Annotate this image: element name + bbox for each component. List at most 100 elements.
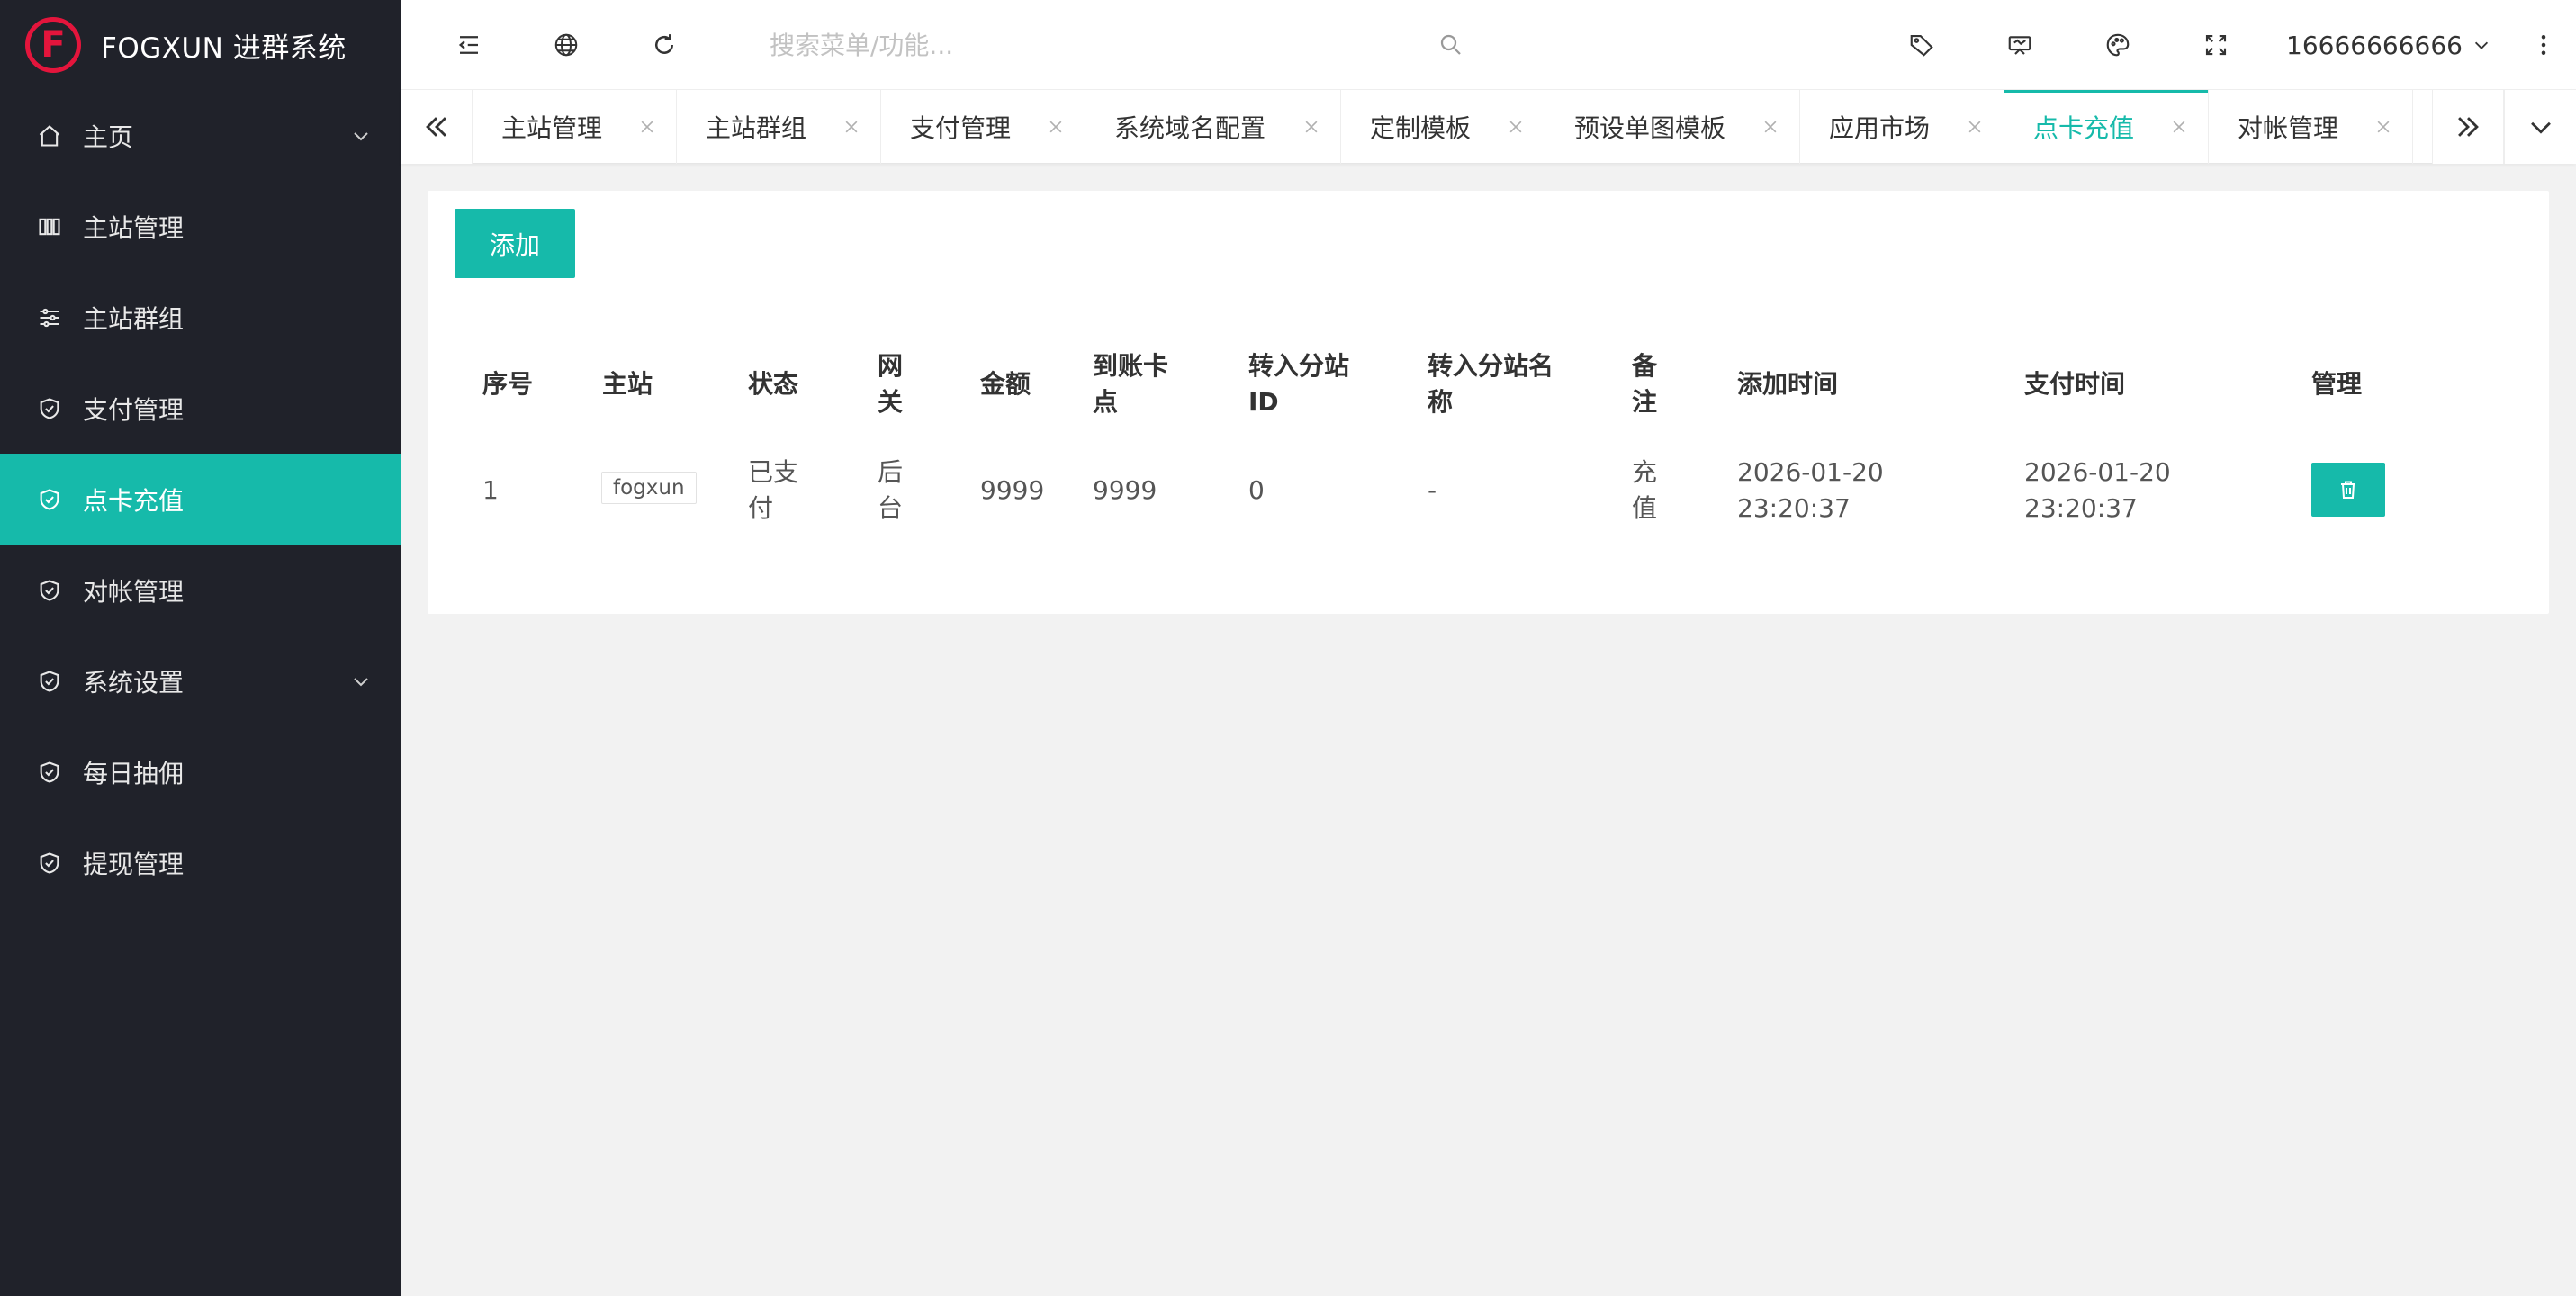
cell-remark: 充值 <box>1632 457 1658 523</box>
sidebar-item-label: 点卡充值 <box>83 485 185 516</box>
add-button[interactable]: 添加 <box>455 209 575 278</box>
sidebar-item-withdrawal[interactable]: 提现管理 <box>0 817 401 908</box>
tabs-scroll-left-button[interactable] <box>401 90 473 164</box>
column-header-add-time: 添加时间 <box>1737 369 1839 399</box>
trash-icon <box>2341 481 2355 499</box>
chevron-down-icon <box>2530 122 2551 134</box>
top-header: 16666666666 <box>401 0 2576 90</box>
cell-status: 已支付 <box>748 457 799 523</box>
close-icon[interactable] <box>2374 118 2392 136</box>
tabs-scroll-right-button[interactable] <box>2432 90 2504 164</box>
shield-check-icon <box>36 395 63 422</box>
sidebar-item-label: 提现管理 <box>83 849 185 879</box>
sidebar-item-daily-commission[interactable]: 每日抽佣 <box>0 726 401 817</box>
column-header-amount: 金额 <box>980 369 1031 399</box>
tab-custom-template[interactable]: 定制模板 <box>1341 90 1545 164</box>
sliders-icon <box>36 304 63 331</box>
close-icon[interactable] <box>1302 118 1320 136</box>
menu-toggle-icon[interactable] <box>451 27 487 63</box>
search-input[interactable] <box>770 30 1067 60</box>
palette-icon[interactable] <box>2100 27 2136 63</box>
shield-check-icon <box>36 577 63 604</box>
shield-check-icon <box>36 486 63 513</box>
sidebar-item-system-settings[interactable]: 系统设置 <box>0 635 401 726</box>
close-icon[interactable] <box>1761 118 1779 136</box>
search-icon[interactable] <box>1437 32 1464 58</box>
sidebar-item-label: 支付管理 <box>83 394 185 425</box>
columns-icon <box>36 213 63 240</box>
sidebar-item-label: 系统设置 <box>83 667 185 698</box>
chevron-down-icon <box>2474 41 2489 50</box>
close-icon[interactable] <box>842 118 860 136</box>
refresh-icon[interactable] <box>646 27 682 63</box>
cell-add-time: 2026-01-20 23:20:37 <box>1737 457 1884 523</box>
app-title: FOGXUN 进群系统 <box>101 32 347 65</box>
more-vertical-icon[interactable] <box>2526 27 2562 63</box>
tab-domain-config[interactable]: 系统域名配置 <box>1085 90 1341 164</box>
shield-check-icon <box>36 759 63 786</box>
tab-reconciliation[interactable]: 对帐管理 <box>2209 90 2413 164</box>
shield-check-icon <box>36 668 63 695</box>
fogxun-logo-icon: F <box>25 17 81 73</box>
double-chevron-left-icon <box>425 117 446 137</box>
close-icon[interactable] <box>2170 118 2188 136</box>
delete-button[interactable] <box>2311 463 2385 517</box>
sidebar-item-label: 主站管理 <box>83 212 185 243</box>
sidebar-item-site-management[interactable]: 主站管理 <box>0 181 401 272</box>
sidebar-item-payment[interactable]: 支付管理 <box>0 363 401 454</box>
tag-icon[interactable] <box>1904 27 1940 63</box>
column-header-gateway: 网关 <box>878 351 904 417</box>
column-header-pay-time: 支付时间 <box>2024 369 2126 399</box>
sidebar-item-label: 主站群组 <box>83 303 185 334</box>
close-icon[interactable] <box>638 118 656 136</box>
sidebar-item-home[interactable]: 主页 <box>0 90 401 181</box>
logo[interactable]: F FOGXUN 进群系统 <box>0 0 401 90</box>
fullscreen-icon[interactable] <box>2198 27 2234 63</box>
cell-sub-name: - <box>1428 475 1437 505</box>
sidebar-nav: 主页 主站管理 主站群组 支付管理 点卡充值 对帐管理 系统设置 每日抽佣 提现… <box>0 90 401 908</box>
column-header-status: 状态 <box>748 369 799 399</box>
close-icon[interactable] <box>1507 118 1525 136</box>
shield-check-icon <box>36 850 63 877</box>
page-tabs: 主站管理 主站群组 支付管理 系统域名配置 定制模板 预设单图模板 应用市场 点… <box>401 90 2576 164</box>
sidebar-item-label: 每日抽佣 <box>83 758 185 788</box>
tab-site-management[interactable]: 主站管理 <box>473 90 677 164</box>
user-name: 16666666666 <box>2286 30 2463 60</box>
user-menu[interactable]: 16666666666 <box>2286 25 2491 65</box>
close-icon[interactable] <box>1047 118 1065 136</box>
tab-site-group[interactable]: 主站群组 <box>677 90 881 164</box>
sidebar-item-card-recharge[interactable]: 点卡充值 <box>0 454 401 544</box>
globe-icon[interactable] <box>548 27 584 63</box>
chevron-down-icon <box>354 131 368 140</box>
tab-preset-template[interactable]: 预设单图模板 <box>1545 90 1800 164</box>
column-header-site: 主站 <box>602 369 653 399</box>
tab-payment[interactable]: 支付管理 <box>881 90 1085 164</box>
cell-gateway: 后台 <box>878 457 904 523</box>
cell-index: 1 <box>482 475 499 505</box>
content-card: 添加 序号 主站 状态 网关 金额 到账卡点 转入分站ID 转入分站名称 备注 … <box>428 191 2549 614</box>
column-header-sub-id: 转入分站ID <box>1248 351 1350 417</box>
column-header-index: 序号 <box>482 369 534 399</box>
sidebar-item-site-group[interactable]: 主站群组 <box>0 272 401 363</box>
cell-amount: 9999 <box>980 475 1045 505</box>
sidebar-item-label: 对帐管理 <box>83 576 185 607</box>
column-header-sub-name: 转入分站名称 <box>1428 351 1554 417</box>
home-icon <box>36 122 63 149</box>
column-header-remark: 备注 <box>1632 351 1658 417</box>
note-icon[interactable] <box>2002 27 2038 63</box>
double-chevron-right-icon <box>2458 117 2479 137</box>
search-box <box>770 20 1461 70</box>
chevron-down-icon <box>354 677 368 686</box>
sidebar-item-label: 主页 <box>83 122 134 152</box>
sidebar: F FOGXUN 进群系统 主页 主站管理 主站群组 支付管理 点卡充值 对帐管… <box>0 0 401 1296</box>
cell-points: 9999 <box>1093 475 1157 505</box>
sidebar-item-reconciliation[interactable]: 对帐管理 <box>0 544 401 635</box>
tabs-menu-button[interactable] <box>2504 90 2576 164</box>
column-header-manage: 管理 <box>2311 369 2363 399</box>
column-header-points: 到账卡点 <box>1093 351 1169 417</box>
close-icon[interactable] <box>1966 118 1984 136</box>
cell-pay-time: 2026-01-20 23:20:37 <box>2024 457 2171 523</box>
cell-sub-id: 0 <box>1248 475 1265 505</box>
tab-app-market[interactable]: 应用市场 <box>1800 90 2004 164</box>
tab-card-recharge[interactable]: 点卡充值 <box>2004 90 2209 164</box>
